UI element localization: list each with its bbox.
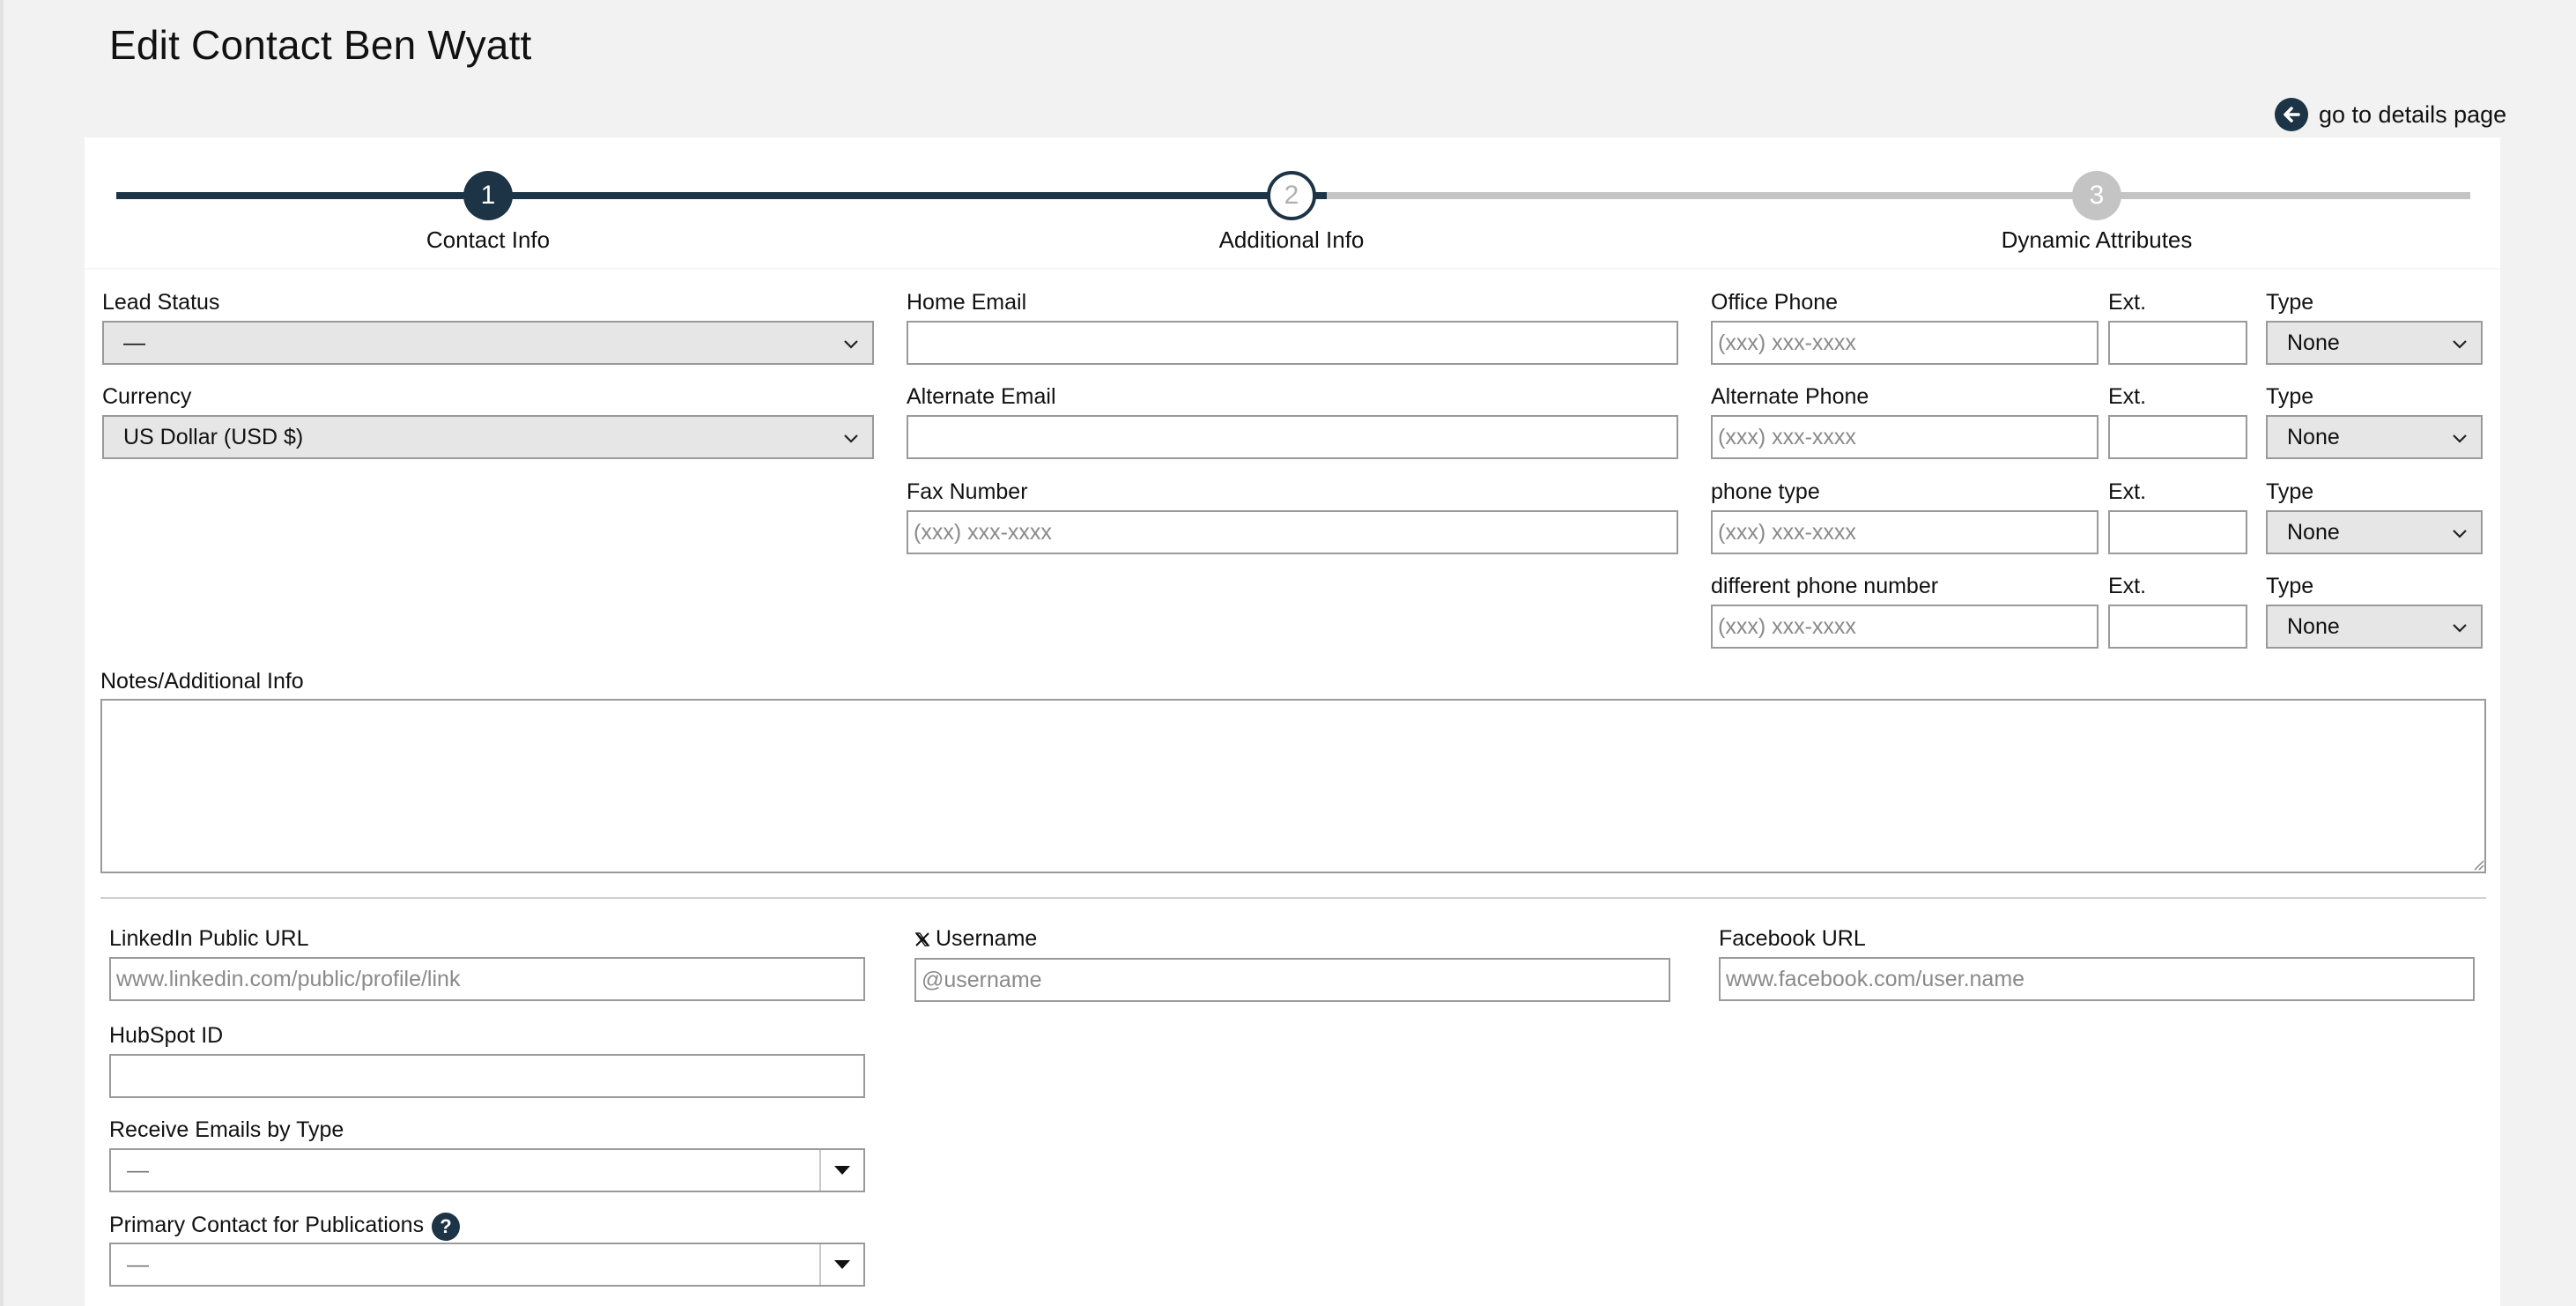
page-left-edge [0, 0, 4, 1306]
home-email-label: Home Email [907, 290, 1027, 315]
lead-status-select[interactable]: — [102, 321, 874, 365]
lead-status-label: Lead Status [102, 290, 220, 315]
edit-contact-panel: 1 2 3 Contact Info Additional Info Dynam… [85, 137, 2500, 1306]
arrow-left-circle-icon [2275, 98, 2308, 131]
x-username-input[interactable] [914, 958, 1670, 1002]
primary-contact-dropdown-button[interactable] [819, 1244, 863, 1285]
ext-label: Ext. [2108, 290, 2147, 315]
office-phone-ext-input[interactable] [2108, 321, 2247, 365]
currency-value: US Dollar (USD $) [123, 424, 304, 449]
step-1-label[interactable]: Contact Info [268, 226, 708, 254]
x-username-label-group: Username [914, 926, 1037, 952]
stepper-divider [85, 268, 2500, 270]
chevron-down-icon [2453, 434, 2467, 443]
chevron-down-icon [844, 340, 858, 349]
primary-contact-label: Primary Contact for Publications [109, 1213, 425, 1237]
chevron-down-icon [844, 434, 858, 443]
chevron-down-icon [2453, 624, 2467, 633]
phone-label: different phone number [1711, 574, 1939, 598]
type-label: Type [2266, 290, 2314, 315]
x-logo-icon [914, 931, 930, 946]
phone-type-value: None [2287, 519, 2340, 545]
go-to-details-link[interactable]: go to details page [2275, 97, 2506, 132]
phone-type-phone-input[interactable] [1711, 510, 2099, 554]
hubspot-id-label: HubSpot ID [109, 1023, 224, 1048]
x-username-label: Username [936, 926, 1038, 951]
resize-grip-icon[interactable] [2470, 857, 2484, 871]
office-phone-type-select[interactable]: None [2266, 321, 2483, 365]
receive-emails-dropdown-button[interactable] [819, 1150, 863, 1191]
receive-emails-select[interactable]: — [109, 1148, 865, 1192]
section-divider [100, 897, 2486, 899]
primary-contact-value: — [127, 1251, 149, 1277]
step-3-marker[interactable]: 3 [2072, 171, 2121, 220]
type-label: Type [2266, 384, 2314, 409]
alternate-phone-type-select[interactable]: None [2266, 415, 2483, 459]
caret-down-icon [834, 1260, 850, 1269]
receive-emails-value: — [127, 1157, 149, 1183]
phone-label: Alternate Phone [1711, 384, 1869, 409]
fax-number-label: Fax Number [907, 479, 1028, 504]
alternate-phone-ext-input[interactable] [2108, 415, 2247, 459]
alternate-phone-input[interactable] [1711, 415, 2099, 459]
facebook-url-input[interactable] [1719, 957, 2475, 1001]
phone-type-value: None [2287, 613, 2340, 639]
ext-label: Ext. [2108, 479, 2147, 504]
linkedin-url-input[interactable] [109, 957, 865, 1001]
stepper-track-complete [116, 192, 1327, 199]
receive-emails-label: Receive Emails by Type [109, 1117, 344, 1142]
go-to-details-label: go to details page [2319, 100, 2507, 128]
step-1-marker[interactable]: 1 [463, 171, 513, 220]
hubspot-id-input[interactable] [109, 1054, 865, 1098]
different-phone-ext-input[interactable] [2108, 605, 2247, 649]
ext-label: Ext. [2108, 384, 2147, 409]
chevron-down-icon [2453, 340, 2467, 349]
phone-label: Office Phone [1711, 290, 1839, 315]
facebook-label: Facebook URL [1719, 926, 1866, 951]
stepper-track-remaining [1327, 192, 2470, 199]
step-2-marker[interactable]: 2 [1267, 171, 1316, 220]
different-phone-type-select[interactable]: None [2266, 605, 2483, 649]
type-label: Type [2266, 574, 2314, 598]
currency-select[interactable]: US Dollar (USD $) [102, 415, 874, 459]
lead-status-value: — [123, 330, 145, 355]
alternate-email-label: Alternate Email [907, 384, 1056, 409]
step-2-label[interactable]: Additional Info [1071, 226, 1512, 254]
phone-type-ext-input[interactable] [2108, 510, 2247, 554]
caret-down-icon [834, 1166, 850, 1175]
ext-label: Ext. [2108, 574, 2147, 598]
different-phone-input[interactable] [1711, 605, 2099, 649]
alternate-email-input[interactable] [907, 415, 1678, 459]
question-icon[interactable]: ? [432, 1213, 460, 1241]
notes-textarea[interactable] [100, 699, 2486, 873]
fax-number-input[interactable] [907, 510, 1678, 554]
notes-label: Notes/Additional Info [100, 669, 304, 694]
phone-type-value: None [2287, 424, 2340, 449]
primary-contact-select[interactable]: — [109, 1243, 865, 1287]
phone-type-value: None [2287, 330, 2340, 355]
chevron-down-icon [2453, 530, 2467, 538]
home-email-input[interactable] [907, 321, 1678, 365]
phone-label: phone type [1711, 479, 1820, 504]
linkedin-label: LinkedIn Public URL [109, 926, 309, 951]
page-title: Edit Contact Ben Wyatt [109, 22, 532, 68]
step-3-label[interactable]: Dynamic Attributes [1876, 226, 2317, 254]
currency-label: Currency [102, 384, 192, 409]
office-phone-input[interactable] [1711, 321, 2099, 365]
phone-type-type-select[interactable]: None [2266, 510, 2483, 554]
type-label: Type [2266, 479, 2314, 504]
